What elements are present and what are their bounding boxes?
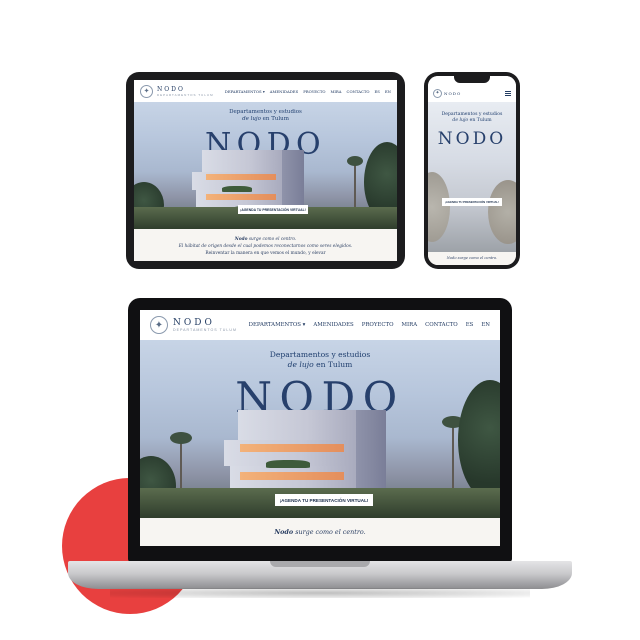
tablet-intro: Nodo surge como el centro. El hábitat de… xyxy=(134,229,397,261)
laptop-hero: Departamentos y estudios de lujo en Tulu… xyxy=(140,340,500,518)
nodo-logo-icon: ✦ xyxy=(433,88,442,98)
hero-tagline: Departamentos y estudios de lujo en Tulu… xyxy=(428,112,516,124)
laptop-website: ✦ NODO DEPARTAMENTOS TULUM DEPARTAMENTOS… xyxy=(140,310,500,546)
phone-device: ✦ NODO Departamentos y estudios de lujo … xyxy=(424,72,520,269)
menu-amenidades[interactable]: AMENIDADES xyxy=(270,89,298,94)
laptop-logo[interactable]: ✦ NODO DEPARTAMENTOS TULUM xyxy=(150,316,237,334)
laptop-base-notch xyxy=(270,561,370,567)
menu-proyecto[interactable]: PROYECTO xyxy=(303,89,325,94)
tablet-website: ✦ NODO DEPARTAMENTOS TULUM DEPARTAMENTOS… xyxy=(134,80,397,261)
tagline-italic: de lujo xyxy=(452,118,469,123)
menu-contacto[interactable]: CONTACTO xyxy=(425,322,458,328)
tagline-italic: de lujo xyxy=(287,360,314,369)
menu-en[interactable]: EN xyxy=(481,322,490,328)
nodo-logo-icon: ✦ xyxy=(140,84,153,98)
laptop-shadow xyxy=(110,588,530,598)
menu-es[interactable]: ES xyxy=(466,322,474,328)
cta-button[interactable]: ¡AGENDA TU PRESENTACIÓN VIRTUAL! xyxy=(442,198,502,206)
menu-departamentos[interactable]: DEPARTAMENTOS ▾ xyxy=(249,322,306,328)
menu-contacto[interactable]: CONTACTO xyxy=(347,89,370,94)
tablet-logo[interactable]: ✦ NODO DEPARTAMENTOS TULUM xyxy=(140,84,214,98)
phone-intro-line: Nodo surge como el centro. xyxy=(446,256,498,260)
menu-mira[interactable]: MIRA xyxy=(402,322,418,328)
logo-name: NODO xyxy=(173,318,215,328)
menu-departamentos[interactable]: DEPARTAMENTOS ▾ xyxy=(225,89,265,94)
tagline-line-1: Departamentos y estudios xyxy=(269,350,371,359)
phone-logo[interactable]: ✦ NODO xyxy=(433,88,462,98)
tagline-italic: de lujo xyxy=(242,116,261,122)
phone-notch xyxy=(454,76,490,83)
hamburger-icon[interactable] xyxy=(505,90,511,96)
phone-intro: Nodo surge como el centro. xyxy=(428,252,516,265)
tagline-rest: en Tulum xyxy=(313,360,353,369)
menu-amenidades[interactable]: AMENIDADES xyxy=(313,322,353,328)
laptop-nav: ✦ NODO DEPARTAMENTOS TULUM DEPARTAMENTOS… xyxy=(140,310,500,340)
logo-sub: DEPARTAMENTOS TULUM xyxy=(157,92,214,97)
tagline-rest: en Tulum xyxy=(468,118,492,123)
nodo-logo-icon: ✦ xyxy=(150,316,168,334)
logo-name: NODO xyxy=(444,90,462,96)
intro-rest: surge como el centro. xyxy=(293,528,366,536)
tagline-line-1: Departamentos y estudios xyxy=(229,109,302,115)
menu-mira[interactable]: MIRA xyxy=(331,89,342,94)
hero-tagline: Departamentos y estudios de lujo en Tulu… xyxy=(140,350,500,370)
intro-nodo: Nodo xyxy=(234,237,248,242)
hero-tagline: Departamentos y estudios de lujo en Tulu… xyxy=(134,109,397,123)
laptop-device: ✦ NODO DEPARTAMENTOS TULUM DEPARTAMENTOS… xyxy=(128,298,512,562)
intro-rest: surge como el centro. xyxy=(247,237,297,242)
tagline-rest: en Tulum xyxy=(260,116,289,122)
logo-name: NODO xyxy=(157,85,185,93)
laptop-menu: DEPARTAMENTOS ▾ AMENIDADES PROYECTO MIRA… xyxy=(249,322,490,328)
laptop-intro: Nodo surge como el centro. xyxy=(140,518,500,546)
intro-nodo: Nodo xyxy=(274,528,294,536)
intro-line-2: El hábitat de origen desde el cual podem… xyxy=(178,244,353,249)
menu-proyecto[interactable]: PROYECTO xyxy=(362,322,394,328)
intro-line-3: Reinventar la manera en que vemos el mun… xyxy=(205,251,326,256)
tablet-nav: ✦ NODO DEPARTAMENTOS TULUM DEPARTAMENTOS… xyxy=(134,80,397,102)
tablet-device: ✦ NODO DEPARTAMENTOS TULUM DEPARTAMENTOS… xyxy=(126,72,405,269)
tablet-menu: DEPARTAMENTOS ▾ AMENIDADES PROYECTO MIRA… xyxy=(225,89,391,94)
menu-en[interactable]: EN xyxy=(385,89,391,94)
menu-es[interactable]: ES xyxy=(375,89,380,94)
hero-title: NODO xyxy=(437,129,507,149)
tablet-hero: Departamentos y estudios de lujo en Tulu… xyxy=(134,102,397,229)
phone-hero: Departamentos y estudios de lujo en Tulu… xyxy=(428,102,516,252)
cta-button[interactable]: ¡AGENDA TU PRESENTACIÓN VIRTUAL! xyxy=(238,205,308,214)
logo-sub: DEPARTAMENTOS TULUM xyxy=(173,328,237,332)
cta-button[interactable]: ¡AGENDA TU PRESENTACIÓN VIRTUAL! xyxy=(275,494,373,506)
phone-website: ✦ NODO Departamentos y estudios de lujo … xyxy=(428,76,516,265)
